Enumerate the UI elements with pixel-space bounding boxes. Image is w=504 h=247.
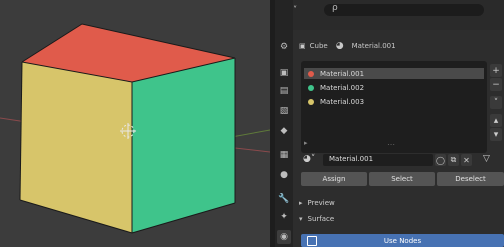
- chevron-right-icon: ▸: [299, 199, 303, 207]
- x-axis-line-right: [234, 147, 270, 153]
- physics-tab-icon[interactable]: ●: [277, 168, 291, 182]
- material-name-value: Material.001: [329, 155, 374, 163]
- tool-tab-icon[interactable]: ⚙: [277, 40, 291, 54]
- material-name-field[interactable]: Material.001: [323, 154, 433, 166]
- search-icon: ρ: [332, 3, 338, 13]
- particles-tab-icon[interactable]: ✦: [277, 210, 291, 224]
- slot-side-buttons: + − ˅ ▴ ▾: [490, 64, 504, 141]
- object-name: Cube: [309, 42, 328, 50]
- use-nodes-label: Use Nodes: [383, 236, 422, 245]
- remove-slot-button[interactable]: −: [490, 78, 502, 91]
- material-color-icon: [308, 70, 314, 77]
- add-slot-button[interactable]: +: [490, 64, 502, 77]
- material-slot-label: Material.002: [320, 83, 365, 92]
- render-tab-icon[interactable]: ▣: [277, 66, 291, 80]
- cube-left-face[interactable]: [20, 62, 132, 233]
- duplicate-material-icon[interactable]: ⧉: [448, 154, 459, 166]
- material-slot-label: Material.003: [320, 97, 365, 106]
- assignment-actions: Assign Select Deselect: [301, 172, 504, 186]
- object-tab-icon[interactable]: ▦: [277, 148, 291, 162]
- select-button[interactable]: Select: [369, 172, 435, 186]
- material-datablock-row: ◕˅ Material.001 ◯ ⧉ ✕ ▽: [301, 154, 501, 167]
- 3d-viewport[interactable]: [0, 0, 270, 247]
- editor-type-icon[interactable]: ▦ ˅: [293, 3, 297, 16]
- cube-right-face[interactable]: [132, 58, 235, 233]
- unlink-material-icon[interactable]: ✕: [461, 154, 472, 166]
- use-nodes-button[interactable]: Use Nodes: [301, 234, 504, 247]
- modifier-tab-icon[interactable]: 🔧: [277, 192, 291, 206]
- view-layer-tab-icon[interactable]: ▧: [277, 104, 291, 118]
- properties-panel: ▦ ˅ ρ ▣ Cube ◕ Material.001 Material.001…: [293, 0, 504, 247]
- properties-header: ▦ ˅ ρ: [293, 0, 504, 30]
- material-slot-item[interactable]: Material.001: [304, 68, 484, 79]
- list-expand-icon[interactable]: ▸: [304, 139, 308, 147]
- assign-button[interactable]: Assign: [301, 172, 367, 186]
- search-input[interactable]: ρ: [324, 3, 484, 16]
- breadcrumb-separator-icon: ◕: [335, 41, 344, 51]
- mesh-icon: ▣: [299, 42, 306, 50]
- move-slot-down-button[interactable]: ▾: [490, 128, 502, 141]
- chevron-down-icon: ▾: [299, 215, 303, 223]
- material-slot-list[interactable]: Material.001 Material.002 Material.003 ▸…: [301, 61, 487, 153]
- move-slot-up-button[interactable]: ▴: [490, 114, 502, 127]
- material-browse-icon[interactable]: ◕˅: [303, 154, 315, 164]
- material-slot-item[interactable]: Material.003: [304, 96, 484, 107]
- node-link-icon[interactable]: ▽: [483, 154, 490, 164]
- properties-tab-bar: ⚙ ▣ ▤ ▧ ◆ ▦ ● 🔧 ✦ ◉: [275, 0, 293, 247]
- material-color-icon: [308, 98, 314, 105]
- surface-label: Surface: [307, 215, 335, 223]
- deselect-button[interactable]: Deselect: [437, 172, 504, 186]
- material-slot-item[interactable]: Material.002: [304, 82, 484, 93]
- list-resize-handle[interactable]: ⋯: [387, 140, 395, 149]
- output-tab-icon[interactable]: ▤: [277, 84, 291, 98]
- material-tab-icon[interactable]: ◉: [277, 230, 291, 244]
- scene-tab-icon[interactable]: ◆: [277, 124, 291, 138]
- preview-label: Preview: [307, 199, 335, 207]
- breadcrumb: ▣ Cube ◕ Material.001: [299, 40, 504, 52]
- material-name: Material.001: [351, 42, 396, 50]
- surface-panel-header[interactable]: ▾ Surface: [299, 213, 334, 225]
- viewport-canvas[interactable]: [0, 0, 270, 247]
- slot-specials-menu-icon[interactable]: ˅: [490, 96, 502, 109]
- preview-panel-header[interactable]: ▸ Preview: [299, 197, 335, 209]
- fake-user-icon[interactable]: ◯: [435, 154, 446, 166]
- material-color-icon: [308, 84, 314, 91]
- material-slot-label: Material.001: [320, 69, 365, 78]
- node-tree-icon: [307, 236, 317, 246]
